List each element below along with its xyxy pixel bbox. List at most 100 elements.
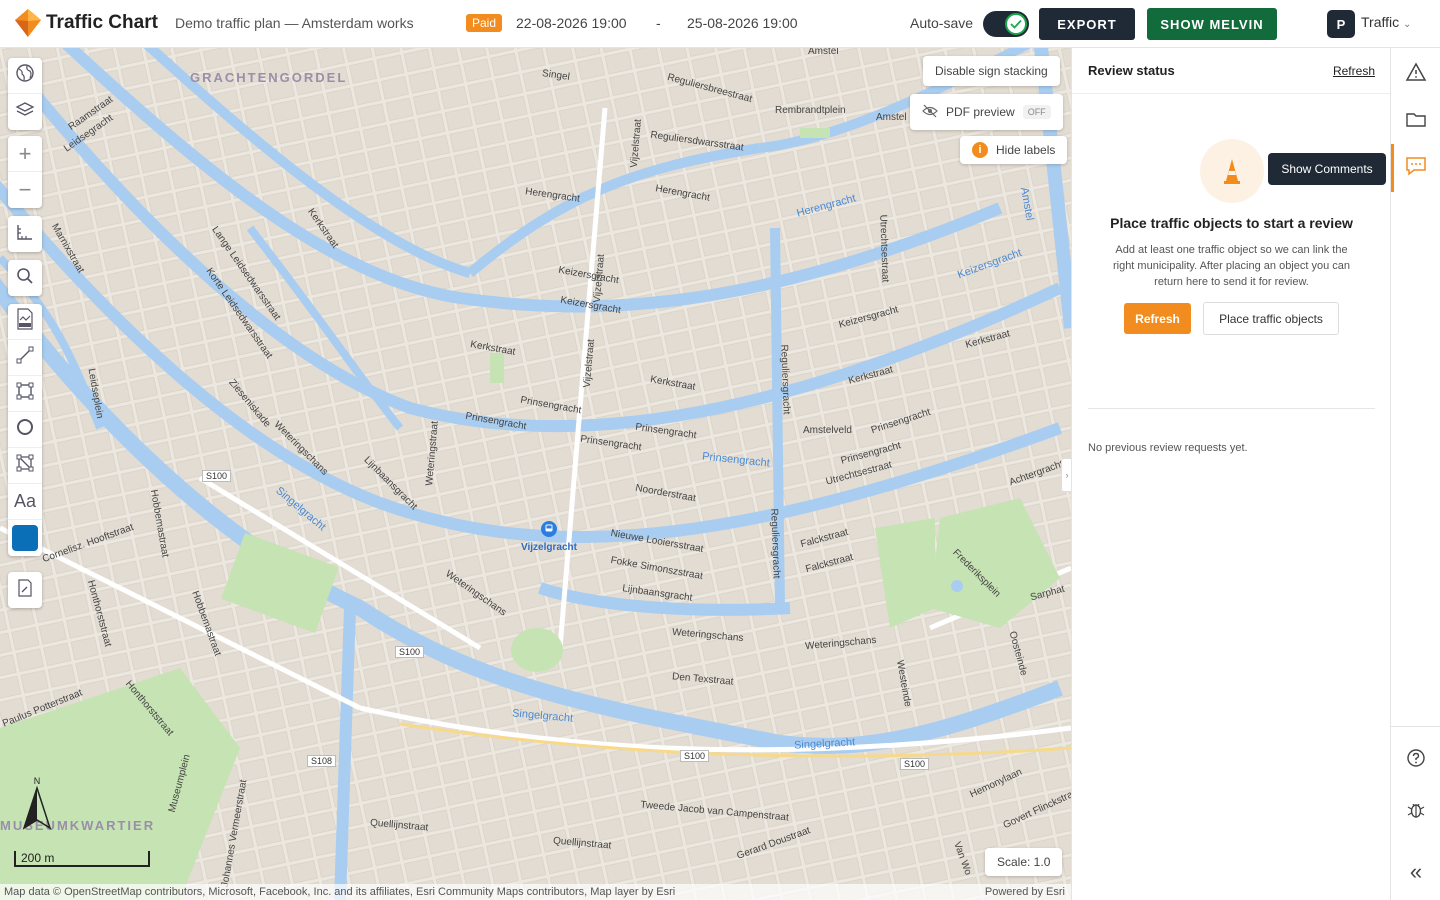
help-icon bbox=[1406, 748, 1426, 773]
plan-title[interactable]: Demo traffic plan — Amsterdam works bbox=[175, 15, 414, 31]
minus-icon: − bbox=[18, 177, 32, 202]
bug-report-rail-button[interactable] bbox=[1391, 788, 1440, 836]
zoom-out-button[interactable]: − bbox=[8, 172, 42, 208]
info-icon: i bbox=[972, 142, 988, 158]
place-traffic-objects-button[interactable]: Place traffic objects bbox=[1203, 302, 1339, 335]
ruler-icon bbox=[15, 222, 35, 247]
metro-station-icon[interactable] bbox=[540, 520, 558, 543]
notes-toolbar bbox=[8, 572, 42, 608]
layers-button[interactable] bbox=[8, 94, 42, 130]
import-gpx-button[interactable] bbox=[8, 304, 42, 340]
pdf-preview-toggle[interactable]: PDF preview OFF bbox=[910, 94, 1063, 130]
warning-icon bbox=[1405, 61, 1427, 87]
draw-circle-button[interactable] bbox=[8, 412, 42, 448]
line-icon bbox=[15, 345, 35, 370]
add-text-button[interactable]: Aa bbox=[8, 484, 42, 520]
draw-polygon-button[interactable] bbox=[8, 448, 42, 484]
help-rail-button[interactable] bbox=[1391, 736, 1440, 784]
road-shield: S100 bbox=[680, 750, 710, 762]
color-picker-button[interactable] bbox=[8, 520, 42, 556]
double-chevron-left-icon: « bbox=[1409, 859, 1423, 884]
warnings-rail-button[interactable] bbox=[1391, 50, 1440, 98]
text-icon: Aa bbox=[13, 491, 37, 511]
sign-stacking-toggle[interactable]: Disable sign stacking bbox=[923, 56, 1060, 86]
pdf-preview-state: OFF bbox=[1022, 105, 1051, 119]
north-label: N bbox=[33, 776, 41, 786]
search-toolbar bbox=[8, 260, 42, 296]
measure-button[interactable] bbox=[8, 216, 42, 252]
show-melvin-button[interactable]: SHOW MELVIN bbox=[1147, 8, 1277, 40]
collapse-panel-rail-button[interactable]: « bbox=[1391, 848, 1440, 896]
bug-icon bbox=[1406, 800, 1426, 825]
north-arrow-icon: N bbox=[22, 776, 52, 835]
notes-button[interactable] bbox=[8, 572, 42, 608]
map-canvas[interactable]: GRACHTENGORDEL MUSEUMKWARTIER Herengrach… bbox=[0, 48, 1071, 900]
hide-labels-toggle[interactable]: i Hide labels bbox=[960, 136, 1068, 164]
user-menu[interactable]: Traffic ⌄ bbox=[1361, 14, 1411, 30]
start-date[interactable]: 22-08-2026 19:00 bbox=[516, 15, 627, 31]
drawing-toolbar: Aa bbox=[8, 304, 42, 556]
panel-title: Review status bbox=[1088, 63, 1175, 78]
road-shield: S100 bbox=[202, 470, 232, 482]
map-base-layer bbox=[0, 48, 1071, 900]
refresh-button[interactable]: Refresh bbox=[1124, 303, 1191, 334]
zoom-in-button[interactable]: + bbox=[8, 136, 42, 172]
hide-labels-label: Hide labels bbox=[996, 143, 1056, 157]
app-header: Traffic Chart Demo traffic plan — Amster… bbox=[0, 0, 1440, 48]
panel-divider bbox=[1088, 408, 1375, 409]
end-date[interactable]: 25-08-2026 19:00 bbox=[687, 15, 798, 31]
street-label: Amstelveld bbox=[803, 425, 852, 436]
chevron-down-icon: ⌄ bbox=[1403, 19, 1412, 30]
district-label: GRACHTENGORDEL bbox=[190, 70, 348, 85]
scale-indicator[interactable]: Scale: 1.0 bbox=[985, 848, 1063, 876]
draw-line-button[interactable] bbox=[8, 340, 42, 376]
road-shield: S100 bbox=[900, 758, 930, 770]
rail-divider bbox=[1391, 726, 1440, 727]
comments-rail-button[interactable] bbox=[1391, 144, 1440, 192]
station-label: Vijzelgracht bbox=[521, 542, 577, 553]
layers-icon bbox=[15, 100, 35, 125]
user-avatar[interactable]: P bbox=[1327, 10, 1355, 38]
folder-icon bbox=[1405, 111, 1427, 134]
draw-rectangle-button[interactable] bbox=[8, 376, 42, 412]
powered-by-esri[interactable]: Powered by Esri bbox=[985, 884, 1065, 900]
side-rail: « bbox=[1390, 48, 1440, 900]
files-rail-button[interactable] bbox=[1391, 98, 1440, 146]
autosave-label: Auto-save bbox=[910, 15, 974, 31]
map-attribution: Map data © OpenStreetMap contributors, M… bbox=[0, 884, 1071, 900]
basemap-button[interactable] bbox=[8, 58, 42, 94]
autosave-toggle[interactable] bbox=[983, 11, 1029, 37]
brand-name[interactable]: Traffic Chart bbox=[46, 12, 158, 34]
magnifier-icon bbox=[15, 266, 35, 291]
polygon-icon bbox=[15, 453, 35, 478]
road-shield: S100 bbox=[395, 646, 425, 658]
street-label: Amstel bbox=[808, 48, 839, 57]
attribution-text: Map data © OpenStreetMap contributors, M… bbox=[4, 886, 676, 898]
edit-document-icon bbox=[15, 578, 35, 603]
sign-stacking-label: Disable sign stacking bbox=[935, 64, 1048, 78]
street-label: Utrechtsestraat bbox=[877, 214, 891, 283]
comment-icon bbox=[1404, 155, 1428, 182]
road-shield: S108 bbox=[307, 755, 337, 767]
paid-badge: Paid bbox=[466, 14, 503, 32]
traffic-chart-logo-icon[interactable] bbox=[14, 8, 42, 38]
check-icon bbox=[1005, 13, 1027, 35]
export-button[interactable]: EXPORT bbox=[1039, 8, 1135, 40]
panel-collapse-handle[interactable]: › bbox=[1061, 458, 1071, 492]
pdf-preview-label: PDF preview bbox=[946, 105, 1015, 119]
street-label: Rembrandtplein bbox=[775, 105, 846, 116]
empty-state-description: Add at least one traffic object so we ca… bbox=[1112, 244, 1351, 288]
user-menu-label: Traffic bbox=[1361, 14, 1400, 30]
color-swatch bbox=[12, 525, 38, 551]
view-toolbar bbox=[8, 58, 42, 130]
street-label: Amstel bbox=[876, 112, 907, 123]
gpx-file-icon bbox=[15, 308, 35, 335]
eye-off-icon bbox=[922, 104, 938, 121]
refresh-link[interactable]: Refresh bbox=[1333, 64, 1375, 78]
zoom-search-button[interactable] bbox=[8, 260, 42, 296]
globe-icon bbox=[15, 63, 35, 88]
no-reviews-text: No previous review requests yet. bbox=[1088, 442, 1248, 454]
circle-icon bbox=[15, 417, 35, 442]
measure-toolbar bbox=[8, 216, 42, 252]
show-comments-tooltip: Show Comments bbox=[1268, 153, 1386, 185]
